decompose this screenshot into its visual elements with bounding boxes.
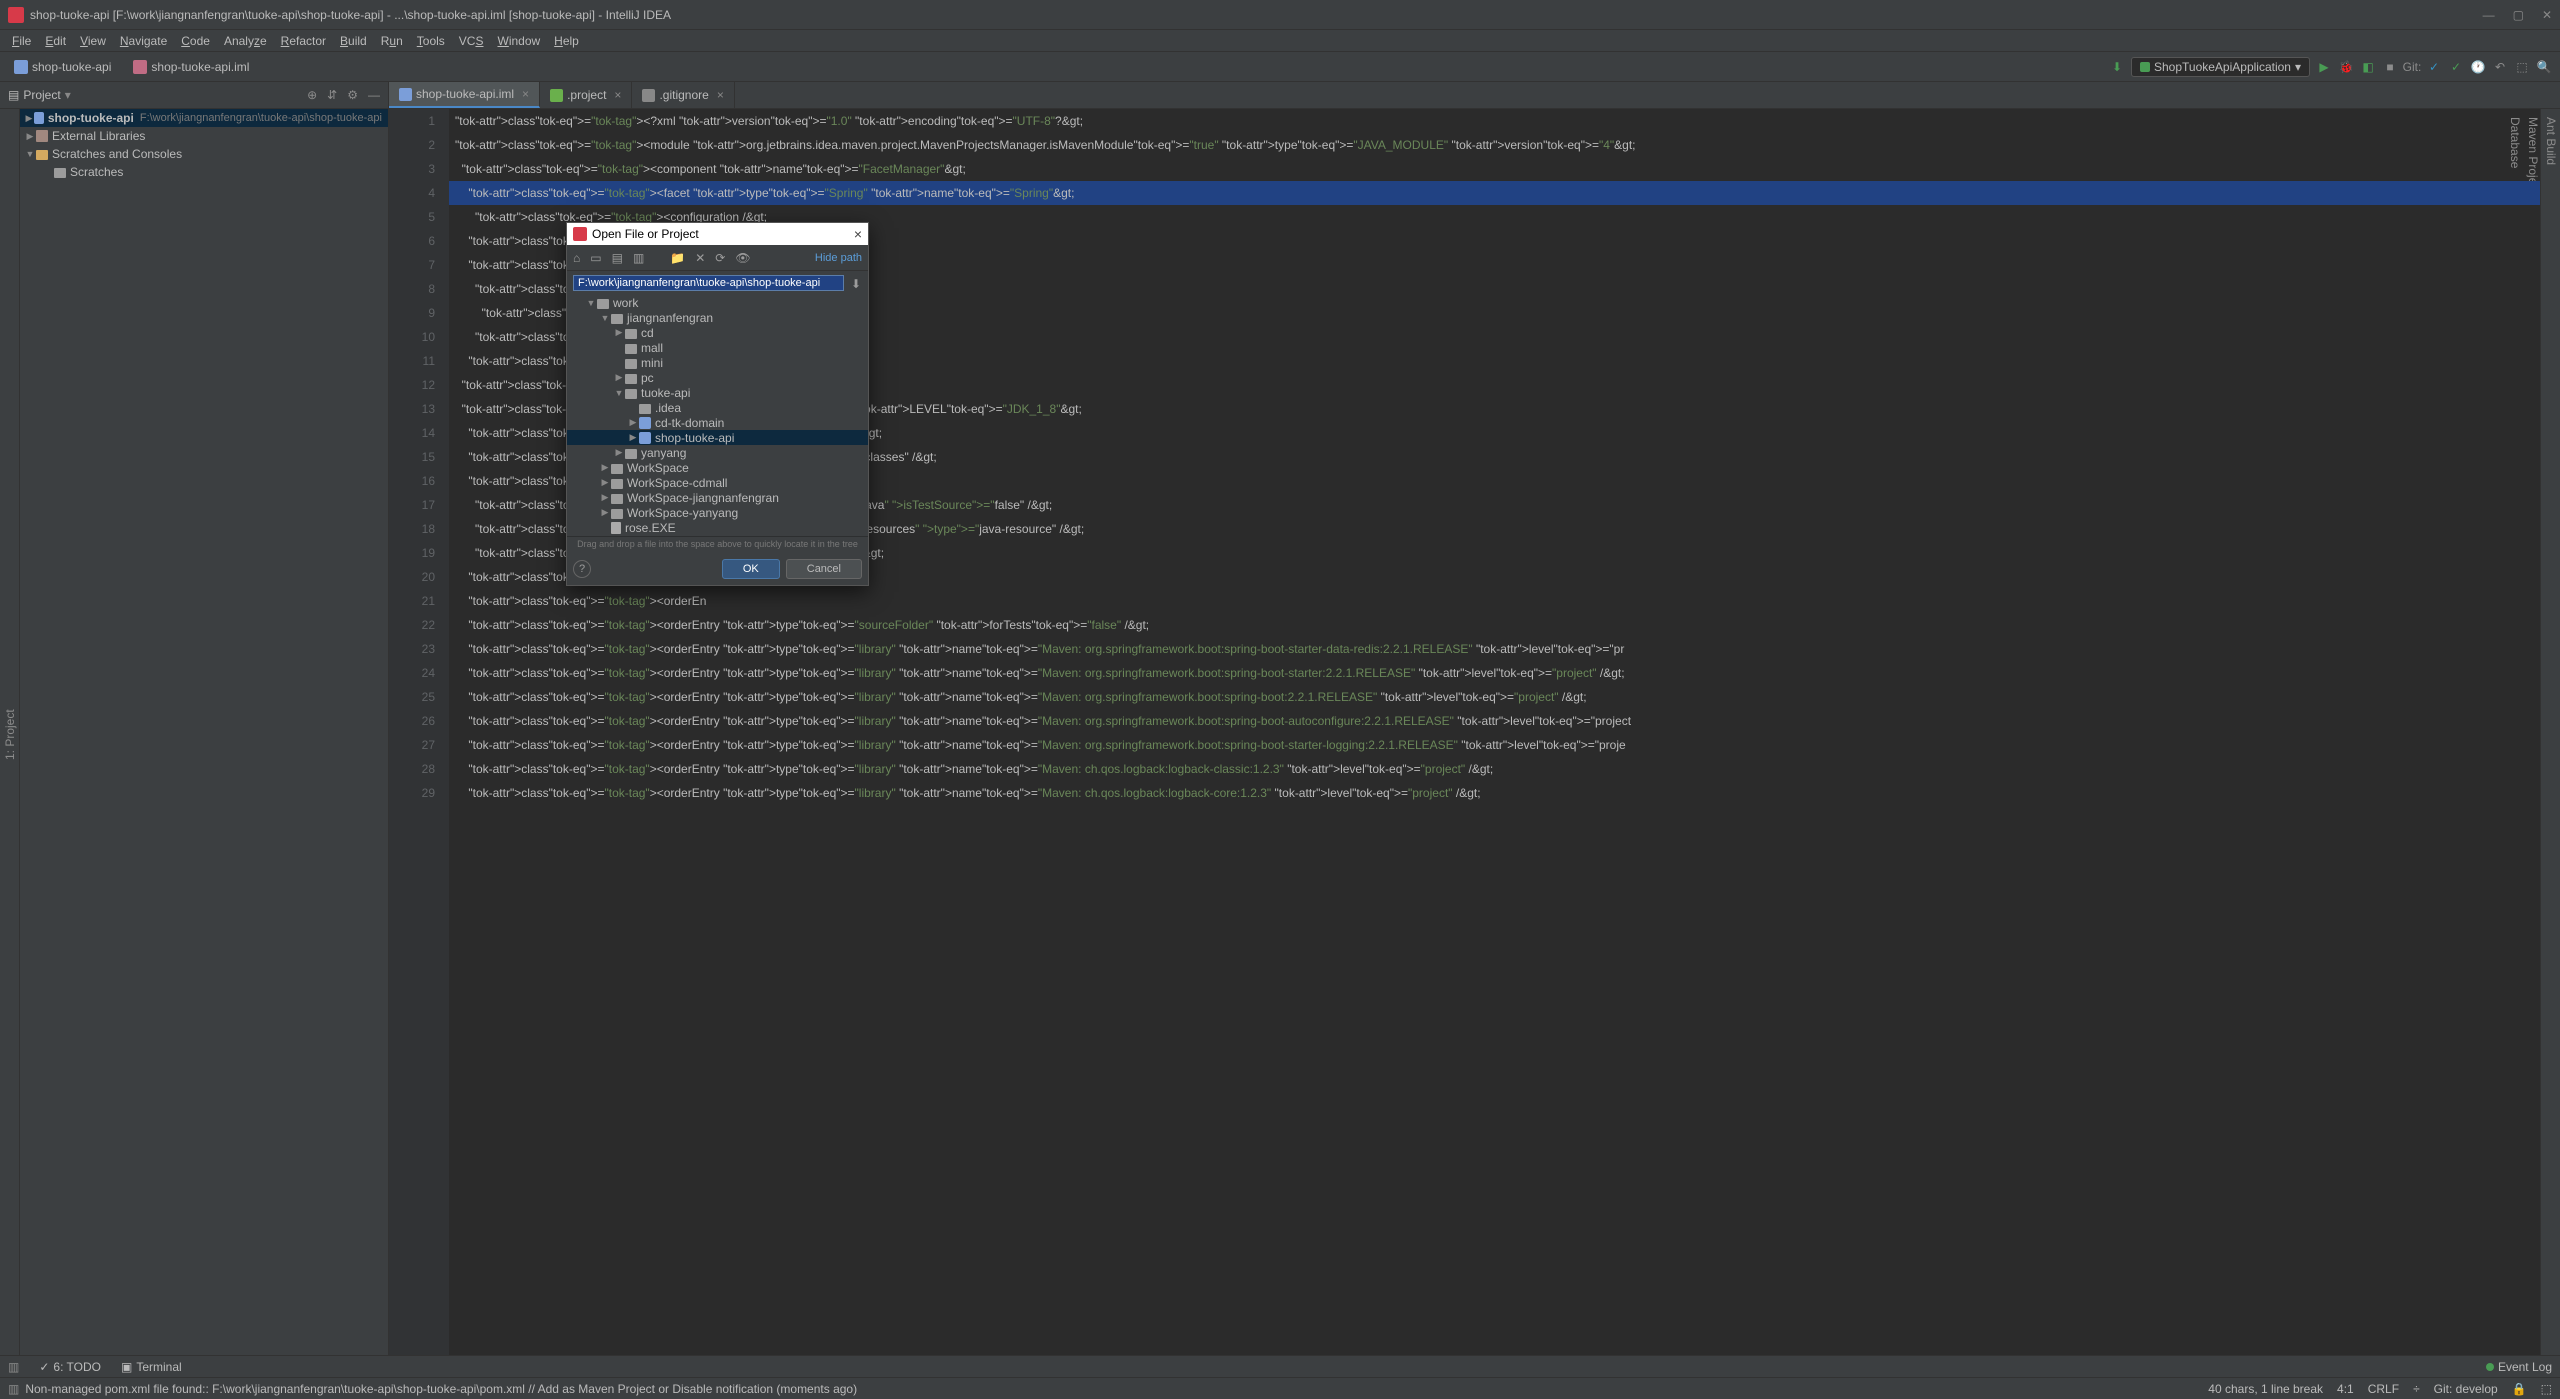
module-icon: [639, 432, 651, 444]
module-icon[interactable]: ▥: [633, 251, 644, 265]
tree-label: work: [613, 296, 638, 310]
file-tree-row[interactable]: ▼ jiangnanfengran: [567, 310, 868, 325]
file-tree-row[interactable]: ▼ work: [567, 295, 868, 310]
file-tree-row[interactable]: mini: [567, 355, 868, 370]
tree-label: WorkSpace-jiangnanfengran: [627, 491, 779, 505]
file-tree-row[interactable]: ▶ WorkSpace-yanyang: [567, 505, 868, 520]
expand-arrow-icon[interactable]: ▶: [613, 372, 625, 383]
tree-label: rose.EXE: [625, 521, 676, 535]
expand-arrow-icon[interactable]: ▶: [599, 462, 611, 473]
tree-label: yanyang: [641, 446, 686, 460]
show-hidden-icon[interactable]: 👁: [735, 251, 750, 265]
file-tree-row[interactable]: ▼ tuoke-api: [567, 385, 868, 400]
new-folder-icon[interactable]: 📁: [670, 251, 685, 265]
file-tree-row[interactable]: ▶ WorkSpace: [567, 460, 868, 475]
file-tree-row[interactable]: .idea: [567, 400, 868, 415]
open-file-dialog: Open File or Project × ⌂ ▭ ▤ ▥ 📁 ✕ ⟳ 👁 H…: [566, 222, 869, 586]
tree-label: tuoke-api: [641, 386, 690, 400]
expand-arrow-icon[interactable]: ▼: [599, 313, 611, 323]
folder-icon: [611, 494, 623, 504]
expand-arrow-icon[interactable]: ▶: [599, 477, 611, 488]
file-tree-row[interactable]: ▶ WorkSpace-jiangnanfengran: [567, 490, 868, 505]
file-tree-row[interactable]: ▶ cd-tk-domain: [567, 415, 868, 430]
tree-label: WorkSpace: [627, 461, 689, 475]
file-tree-row[interactable]: ▶ yanyang: [567, 445, 868, 460]
path-input[interactable]: [573, 275, 844, 291]
expand-arrow-icon[interactable]: ▼: [585, 298, 597, 308]
tree-label: jiangnanfengran: [627, 311, 713, 325]
folder-icon: [611, 479, 623, 489]
dialog-overlay: Open File or Project × ⌂ ▭ ▤ ▥ 📁 ✕ ⟳ 👁 H…: [0, 0, 2560, 1399]
tree-label: mall: [641, 341, 663, 355]
dialog-title: Open File or Project: [592, 227, 699, 241]
folder-icon: [597, 299, 609, 309]
dialog-toolbar: ⌂ ▭ ▤ ▥ 📁 ✕ ⟳ 👁 Hide path: [567, 245, 868, 271]
file-tree-row[interactable]: mall: [567, 340, 868, 355]
home-icon[interactable]: ⌂: [573, 251, 580, 265]
dialog-file-tree[interactable]: ▼work▼jiangnanfengran▶cdmallmini▶pc▼tuok…: [567, 295, 868, 537]
dialog-hint: Drag and drop a file into the space abov…: [567, 537, 868, 553]
refresh-icon[interactable]: ⟳: [715, 251, 725, 265]
expand-arrow-icon[interactable]: ▶: [613, 447, 625, 458]
dialog-buttons: ? OK Cancel: [567, 553, 868, 585]
cancel-button[interactable]: Cancel: [786, 559, 862, 579]
tree-label: WorkSpace-yanyang: [627, 506, 738, 520]
file-icon: [611, 522, 621, 534]
folder-icon: [625, 374, 637, 384]
folder-icon: [611, 509, 623, 519]
tree-label: .idea: [655, 401, 681, 415]
help-icon[interactable]: ?: [573, 560, 591, 578]
desktop-icon[interactable]: ▭: [590, 251, 601, 265]
expand-arrow-icon[interactable]: ▶: [613, 327, 625, 338]
expand-arrow-icon[interactable]: ▶: [599, 492, 611, 503]
app-icon: [573, 227, 587, 241]
hide-path-link[interactable]: Hide path: [815, 252, 862, 264]
folder-icon: [611, 314, 623, 324]
folder-icon: [625, 344, 637, 354]
delete-icon[interactable]: ✕: [695, 251, 705, 265]
file-tree-row[interactable]: ▶ pc: [567, 370, 868, 385]
project-icon[interactable]: ▤: [612, 251, 623, 265]
folder-icon: [611, 464, 623, 474]
tree-label: pc: [641, 371, 654, 385]
expand-arrow-icon[interactable]: ▼: [613, 388, 625, 398]
tree-label: cd: [641, 326, 654, 340]
file-tree-row[interactable]: ▶ shop-tuoke-api: [567, 430, 868, 445]
expand-arrow-icon[interactable]: ▶: [599, 507, 611, 518]
expand-arrow-icon[interactable]: ▶: [627, 417, 639, 428]
folder-icon: [625, 449, 637, 459]
tree-label: cd-tk-domain: [655, 416, 724, 430]
download-icon[interactable]: ⬇: [851, 277, 861, 291]
close-icon[interactable]: ×: [854, 226, 862, 242]
file-tree-row[interactable]: rose.EXE: [567, 520, 868, 535]
folder-icon: [625, 359, 637, 369]
dialog-title-bar: Open File or Project ×: [567, 223, 868, 245]
tree-label: mini: [641, 356, 663, 370]
expand-arrow-icon[interactable]: ▶: [627, 432, 639, 443]
ok-button[interactable]: OK: [722, 559, 780, 579]
folder-icon: [625, 389, 637, 399]
folder-icon: [639, 404, 651, 414]
tree-label: WorkSpace-cdmall: [627, 476, 727, 490]
dialog-path-row: ⬇: [567, 271, 868, 295]
file-tree-row[interactable]: ▶ WorkSpace-cdmall: [567, 475, 868, 490]
tree-label: shop-tuoke-api: [655, 431, 734, 445]
module-icon: [639, 417, 651, 429]
folder-icon: [625, 329, 637, 339]
file-tree-row[interactable]: ▶ cd: [567, 325, 868, 340]
